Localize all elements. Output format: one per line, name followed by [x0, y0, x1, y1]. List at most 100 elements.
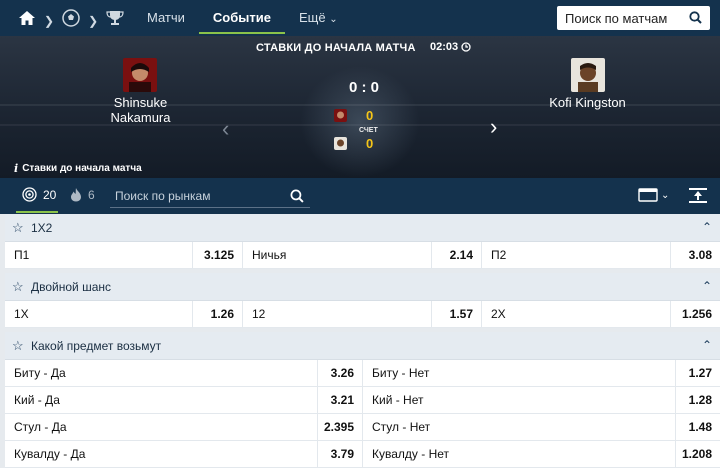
active-filter-indicator: [16, 211, 58, 213]
market-row: Биту - Да 3.26 Биту - Нет 1.27: [5, 360, 720, 387]
outcome-cell[interactable]: Биту - Нет 1.27: [363, 360, 720, 386]
away-mini-avatar: [334, 137, 347, 150]
outcome-cell[interactable]: Стул - Да 2.395: [5, 414, 363, 440]
main-nav: Матчи Событие Ещё ⌄: [147, 0, 352, 36]
outcome-label: Кий - Нет: [372, 393, 424, 407]
market-search: [110, 185, 310, 208]
chevron-right-icon: ❯: [44, 13, 55, 28]
market-1x2: ☆ 1X2 ⌃ П1 3.125 Ничья 2.14 П2 3.08: [5, 214, 720, 269]
outcome-label: Стул - Да: [14, 420, 67, 434]
home-score: 0: [366, 108, 374, 123]
market-header[interactable]: ☆ Двойной шанс ⌃: [5, 273, 720, 301]
home-icon[interactable]: [18, 10, 36, 31]
search-icon[interactable]: [290, 189, 304, 203]
star-icon[interactable]: ☆: [12, 338, 24, 354]
event-info-text: Ставки до начала матча: [22, 163, 142, 174]
event-info: i Ставки до начала матча: [14, 162, 142, 175]
market-title: Двойной шанс: [31, 280, 112, 294]
outcome-odds: 3.79: [317, 441, 362, 467]
outcome-odds: 3.21: [317, 387, 362, 413]
outcome-label: П1: [14, 248, 30, 262]
outcome-cell[interactable]: Биту - Да 3.26: [5, 360, 363, 386]
market-row: Кувалду - Да 3.79 Кувалду - Нет 1.208: [5, 441, 720, 468]
outcome-odds: 1.28: [675, 387, 720, 413]
trophy-icon[interactable]: [106, 10, 124, 31]
filter-popular-markets[interactable]: 6: [70, 187, 95, 202]
outcome-cell[interactable]: Кувалду - Нет 1.208: [363, 441, 720, 467]
prev-event-arrow[interactable]: ‹: [222, 116, 229, 142]
collapse-all-icon: [689, 188, 707, 203]
nav-matches-label: Матчи: [147, 10, 185, 25]
chevron-up-icon[interactable]: ⌃: [702, 220, 712, 234]
outcome-label: Стул - Нет: [372, 420, 431, 434]
market-row: 1X 1.26 12 1.57 2X 1.256: [5, 301, 720, 328]
outcome-odds: 3.125: [192, 242, 242, 268]
home-avatar: [123, 58, 157, 92]
outcome-label: 12: [252, 307, 266, 321]
outcome-cell[interactable]: Кий - Нет 1.28: [363, 387, 720, 413]
away-team-name: Kofi Kingston: [549, 95, 626, 110]
next-event-arrow[interactable]: ›: [490, 114, 497, 140]
outcome-cell[interactable]: П2 3.08: [482, 242, 720, 268]
outcome-cell[interactable]: 12 1.57: [243, 301, 482, 327]
nav-event-label: Событие: [212, 10, 271, 25]
market-header[interactable]: ☆ Какой предмет возьмут ⌃: [5, 332, 720, 360]
market-title: Какой предмет возьмут: [31, 339, 162, 353]
outcome-label: Ничья: [252, 248, 287, 262]
filter-all-markets[interactable]: 20: [22, 187, 56, 202]
event-status: СТАВКИ ДО НАЧАЛА МАТЧА: [256, 42, 416, 54]
match-search: [557, 6, 710, 30]
view-mode-icon: [638, 188, 658, 202]
nav-more[interactable]: Ещё ⌄: [285, 0, 352, 36]
nav-matches[interactable]: Матчи: [147, 0, 199, 36]
outcome-label: Биту - Нет: [372, 366, 430, 380]
market-row: П1 3.125 Ничья 2.14 П2 3.08: [5, 242, 720, 269]
markets-toolbar: 20 6 ⌄: [0, 178, 720, 214]
outcome-odds: 3.08: [670, 242, 720, 268]
outcome-label: 2X: [491, 307, 506, 321]
breadcrumb: ❯ ❯: [18, 9, 124, 32]
chevron-up-icon[interactable]: ⌃: [702, 338, 712, 352]
market-which-item: ☆ Какой предмет возьмут ⌃ Биту - Да 3.26 …: [5, 332, 720, 468]
outcome-label: Биту - Да: [14, 366, 66, 380]
outcome-odds: 1.57: [431, 301, 481, 327]
top-navigation-bar: ❯ ❯ Матчи Событие Ещё ⌄: [0, 0, 720, 36]
outcome-odds: 1.27: [675, 360, 720, 386]
outcome-odds: 1.256: [670, 301, 720, 327]
star-icon[interactable]: ☆: [12, 220, 24, 236]
match-search-input[interactable]: [565, 9, 685, 27]
chevron-down-icon: ⌄: [329, 14, 338, 25]
view-mode-dropdown[interactable]: ⌄: [638, 188, 669, 202]
market-search-input[interactable]: [115, 188, 275, 204]
market-row: Кий - Да 3.21 Кий - Нет 1.28: [5, 387, 720, 414]
soccer-ball-icon[interactable]: [62, 9, 80, 32]
collapse-all-button[interactable]: [688, 187, 708, 209]
nav-event[interactable]: Событие: [198, 0, 286, 36]
score-label: СЧЕТ: [359, 127, 378, 134]
outcome-cell[interactable]: Стул - Нет 1.48: [363, 414, 720, 440]
info-icon: i: [14, 162, 19, 175]
event-time: 02:03: [430, 41, 459, 53]
outcome-cell[interactable]: 1X 1.26: [5, 301, 243, 327]
away-avatar: [571, 58, 605, 92]
home-team-name: Shinsuke Nakamura: [110, 95, 171, 125]
star-icon[interactable]: ☆: [12, 279, 24, 295]
chevron-up-icon[interactable]: ⌃: [702, 279, 712, 293]
outcome-cell[interactable]: Ничья 2.14: [243, 242, 482, 268]
market-header[interactable]: ☆ 1X2 ⌃: [5, 214, 720, 242]
outcome-odds: 1.26: [192, 301, 242, 327]
search-icon[interactable]: [689, 11, 702, 24]
outcome-cell[interactable]: Кувалду - Да 3.79: [5, 441, 363, 467]
outcome-cell[interactable]: 2X 1.256: [482, 301, 720, 327]
market-row: Стул - Да 2.395 Стул - Нет 1.48: [5, 414, 720, 441]
market-double-chance: ☆ Двойной шанс ⌃ 1X 1.26 12 1.57 2X 1.256: [5, 273, 720, 328]
outcome-cell[interactable]: Кий - Да 3.21: [5, 387, 363, 413]
fire-icon: [71, 188, 81, 202]
outcome-odds: 2.14: [431, 242, 481, 268]
outcome-cell[interactable]: П1 3.125: [5, 242, 243, 268]
clock-icon: [461, 42, 471, 52]
nav-more-label: Ещё: [298, 10, 326, 25]
outcome-label: 1X: [14, 307, 29, 321]
market-title: 1X2: [31, 221, 53, 235]
away-score: 0: [366, 136, 374, 151]
